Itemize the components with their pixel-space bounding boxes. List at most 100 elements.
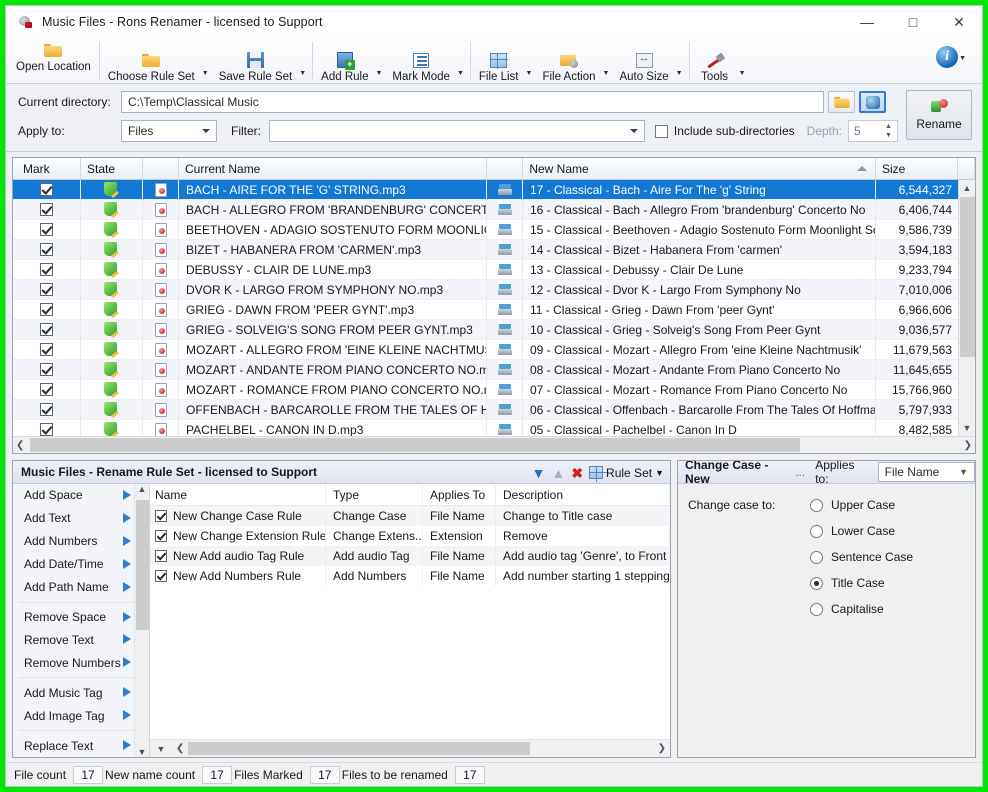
chevron-down-icon[interactable]: ▼ bbox=[525, 70, 537, 83]
mark-checkbox[interactable] bbox=[13, 180, 81, 199]
mark-checkbox[interactable] bbox=[13, 240, 81, 259]
column-header-size[interactable]: Size bbox=[876, 158, 958, 179]
table-row[interactable]: BEETHOVEN - ADAGIO SOSTENUTO FORM MOONLI… bbox=[13, 220, 975, 240]
sidebar-item-remove-numbers[interactable]: Remove Numbers bbox=[13, 651, 149, 674]
column-header-state[interactable]: State bbox=[81, 158, 143, 179]
file-list-vscrollbar[interactable]: ▲▼ bbox=[958, 180, 975, 436]
radio-lower-case[interactable]: Lower Case bbox=[810, 524, 913, 538]
table-row[interactable]: MOZART - ANDANTE FROM PIANO CONCERTO NO.… bbox=[13, 360, 975, 380]
submenu-arrow-icon[interactable] bbox=[123, 710, 131, 720]
scroll-down-icon[interactable]: ▼ bbox=[963, 420, 972, 436]
toolbar-file-action[interactable]: File Action bbox=[536, 48, 601, 83]
stepper-arrows[interactable]: ▲▼ bbox=[882, 122, 895, 140]
mark-checkbox[interactable] bbox=[13, 200, 81, 219]
mark-checkbox[interactable] bbox=[13, 420, 81, 436]
mark-checkbox[interactable] bbox=[13, 380, 81, 399]
column-header-icon2[interactable] bbox=[487, 158, 523, 179]
column-header-new-name[interactable]: New Name bbox=[523, 158, 876, 179]
column-header-icon[interactable] bbox=[143, 158, 179, 179]
radio-button[interactable] bbox=[810, 577, 823, 590]
chevron-down-icon[interactable]: ▼ bbox=[456, 70, 468, 83]
sidebar-item-add-space[interactable]: Add Space bbox=[13, 484, 149, 507]
rule-name-cell[interactable]: New Change Case Rule bbox=[150, 506, 326, 526]
submenu-arrow-icon[interactable] bbox=[123, 582, 131, 592]
submenu-arrow-icon[interactable] bbox=[123, 513, 131, 523]
scroll-left-icon[interactable]: ❮ bbox=[172, 743, 188, 754]
mark-checkbox[interactable] bbox=[13, 220, 81, 239]
scroll-down-icon[interactable]: ▼ bbox=[150, 744, 172, 754]
refresh-button[interactable] bbox=[859, 91, 886, 113]
sidebar-item-add-path-name[interactable]: Add Path Name bbox=[13, 576, 149, 599]
close-button[interactable]: ✕ bbox=[936, 6, 982, 38]
sidebar-scrollbar[interactable]: ▲ ▼ bbox=[134, 484, 149, 757]
include-subdirectories-checkbox[interactable]: Include sub-directories bbox=[655, 124, 795, 138]
column-header-current-name[interactable]: Current Name bbox=[179, 158, 487, 179]
rule-name-cell[interactable]: New Change Extension Rule bbox=[150, 526, 326, 546]
rules-hscrollbar[interactable]: ▼ ❮ ❯ bbox=[150, 739, 670, 757]
maximize-button[interactable]: □ bbox=[890, 6, 936, 38]
rules-hscroll-thumb[interactable] bbox=[188, 742, 530, 755]
radio-capitalise[interactable]: Capitalise bbox=[810, 602, 913, 616]
sidebar-item-add-text[interactable]: Add Text bbox=[13, 507, 149, 530]
sidebar-item-add-image-tag[interactable]: Add Image Tag bbox=[13, 704, 149, 727]
chevron-down-icon[interactable]: ▼ bbox=[958, 55, 970, 68]
radio-button[interactable] bbox=[810, 603, 823, 616]
chevron-down-icon[interactable]: ▼ bbox=[532, 466, 546, 480]
file-list-hscrollbar[interactable]: ❮ ❯ bbox=[13, 436, 975, 453]
sidebar-item-replace-text[interactable]: Replace Text bbox=[13, 734, 149, 757]
sidebar-scroll-thumb[interactable] bbox=[136, 500, 149, 630]
rule-row[interactable]: New Change Extension RuleChange Extens..… bbox=[150, 526, 670, 546]
scroll-right-icon[interactable]: ❯ bbox=[964, 440, 972, 451]
radio-title-case[interactable]: Title Case bbox=[810, 576, 913, 590]
mark-checkbox[interactable] bbox=[13, 400, 81, 419]
submenu-arrow-icon[interactable] bbox=[123, 490, 131, 500]
radio-sentence-case[interactable]: Sentence Case bbox=[810, 550, 913, 564]
toolbar-file-list[interactable]: File List bbox=[473, 48, 525, 83]
table-row[interactable]: MOZART - ALLEGRO FROM 'EINE KLEINE NACHT… bbox=[13, 340, 975, 360]
submenu-arrow-icon[interactable] bbox=[123, 687, 131, 697]
scroll-up-icon[interactable]: ▲ bbox=[138, 484, 147, 494]
table-row[interactable]: OFFENBACH - BARCAROLLE FROM THE TALES OF… bbox=[13, 400, 975, 420]
mark-checkbox[interactable] bbox=[13, 280, 81, 299]
submenu-arrow-icon[interactable] bbox=[123, 536, 131, 546]
applies-to-select[interactable]: File Name ▼ bbox=[878, 462, 975, 482]
scroll-right-icon[interactable]: ❯ bbox=[654, 743, 670, 754]
mark-checkbox[interactable] bbox=[13, 300, 81, 319]
scroll-left-icon[interactable]: ❮ bbox=[16, 440, 24, 451]
rule-row[interactable]: New Change Case RuleChange CaseFile Name… bbox=[150, 506, 670, 526]
delete-rule-icon[interactable]: ✖ bbox=[571, 466, 583, 480]
table-row[interactable]: BACH - ALLEGRO FROM 'BRANDENBURG' CONCER… bbox=[13, 200, 975, 220]
rule-enabled-checkbox[interactable] bbox=[155, 510, 167, 522]
table-row[interactable]: DVOR K - LARGO FROM SYMPHONY NO.mp312 - … bbox=[13, 280, 975, 300]
table-row[interactable]: GRIEG - DAWN FROM 'PEER GYNT'.mp311 - Cl… bbox=[13, 300, 975, 320]
toolbar-add-rule[interactable]: + Add Rule bbox=[315, 48, 374, 83]
depth-stepper[interactable]: 5 ▲▼ bbox=[848, 120, 898, 142]
toolbar-save-rule-set[interactable]: Save Rule Set bbox=[213, 48, 299, 83]
chevron-down-icon[interactable]: ▼ bbox=[298, 70, 310, 83]
submenu-arrow-icon[interactable] bbox=[123, 634, 131, 644]
radio-button[interactable] bbox=[810, 525, 823, 538]
current-directory-input[interactable]: C:\Temp\Classical Music bbox=[121, 91, 824, 113]
toolbar-mark-mode[interactable]: Mark Mode bbox=[386, 48, 456, 83]
table-row[interactable]: MOZART - ROMANCE FROM PIANO CONCERTO NO.… bbox=[13, 380, 975, 400]
sidebar-item-add-numbers[interactable]: Add Numbers bbox=[13, 530, 149, 553]
chevron-down-icon[interactable]: ▼ bbox=[201, 70, 213, 83]
toolbar-tools[interactable]: Tools bbox=[692, 48, 738, 83]
mark-checkbox[interactable] bbox=[13, 340, 81, 359]
radio-upper-case[interactable]: Upper Case bbox=[810, 498, 913, 512]
rule-enabled-checkbox[interactable] bbox=[155, 530, 167, 542]
chevron-down-icon[interactable]: ▼ bbox=[738, 70, 750, 83]
toolbar-open-location[interactable]: Open Location bbox=[10, 38, 97, 83]
column-header-mark[interactable]: Mark bbox=[13, 158, 81, 179]
submenu-arrow-icon[interactable] bbox=[123, 612, 131, 622]
rule-enabled-checkbox[interactable] bbox=[155, 570, 167, 582]
rule-set-menu-button[interactable]: Rule Set ▼ bbox=[589, 466, 664, 480]
scroll-up-icon[interactable]: ▲ bbox=[963, 180, 972, 196]
submenu-arrow-icon[interactable] bbox=[123, 740, 131, 750]
table-row[interactable]: GRIEG - SOLVEIG'S SONG FROM PEER GYNT.mp… bbox=[13, 320, 975, 340]
rule-column-applies-to[interactable]: Applies To bbox=[423, 484, 496, 505]
mark-checkbox[interactable] bbox=[13, 260, 81, 279]
rule-column-description[interactable]: Description bbox=[496, 484, 670, 505]
chevron-down-icon[interactable]: ▼ bbox=[374, 70, 386, 83]
table-row[interactable]: BIZET - HABANERA FROM 'CARMEN'.mp314 - C… bbox=[13, 240, 975, 260]
